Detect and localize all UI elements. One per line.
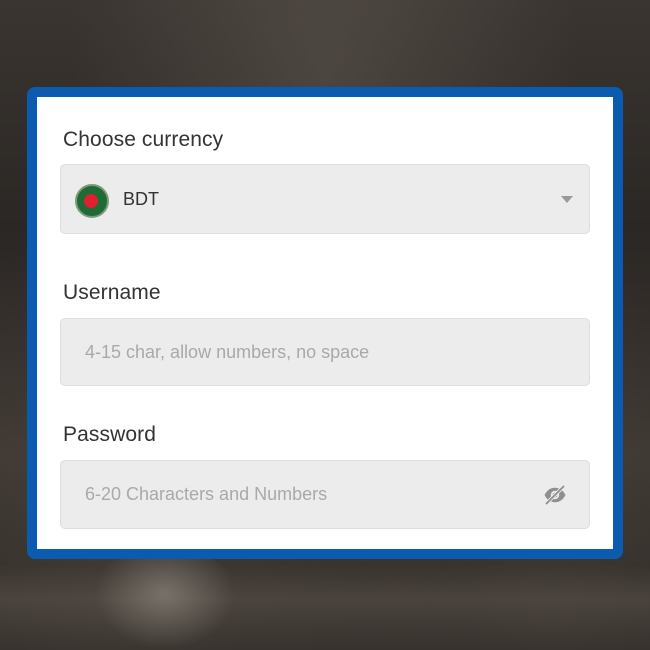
- username-field-container: [60, 318, 590, 386]
- bangladesh-flag-icon: [75, 184, 109, 218]
- flag-red-circle: [84, 194, 98, 208]
- background-figure: [95, 555, 235, 650]
- username-input[interactable]: [61, 319, 589, 385]
- chevron-down-icon[interactable]: [561, 196, 573, 203]
- currency-select[interactable]: BDT: [60, 164, 590, 234]
- password-label: Password: [63, 423, 157, 446]
- password-field-container: [60, 460, 590, 529]
- currency-label: Choose currency: [63, 128, 224, 151]
- registration-form: Choose currency BDT Username Password: [37, 97, 613, 549]
- password-input[interactable]: [61, 461, 589, 528]
- eye-slash-icon[interactable]: [543, 483, 567, 507]
- currency-selected-value: BDT: [123, 189, 159, 209]
- registration-form-frame: Choose currency BDT Username Password: [27, 87, 623, 559]
- username-label: Username: [63, 281, 161, 304]
